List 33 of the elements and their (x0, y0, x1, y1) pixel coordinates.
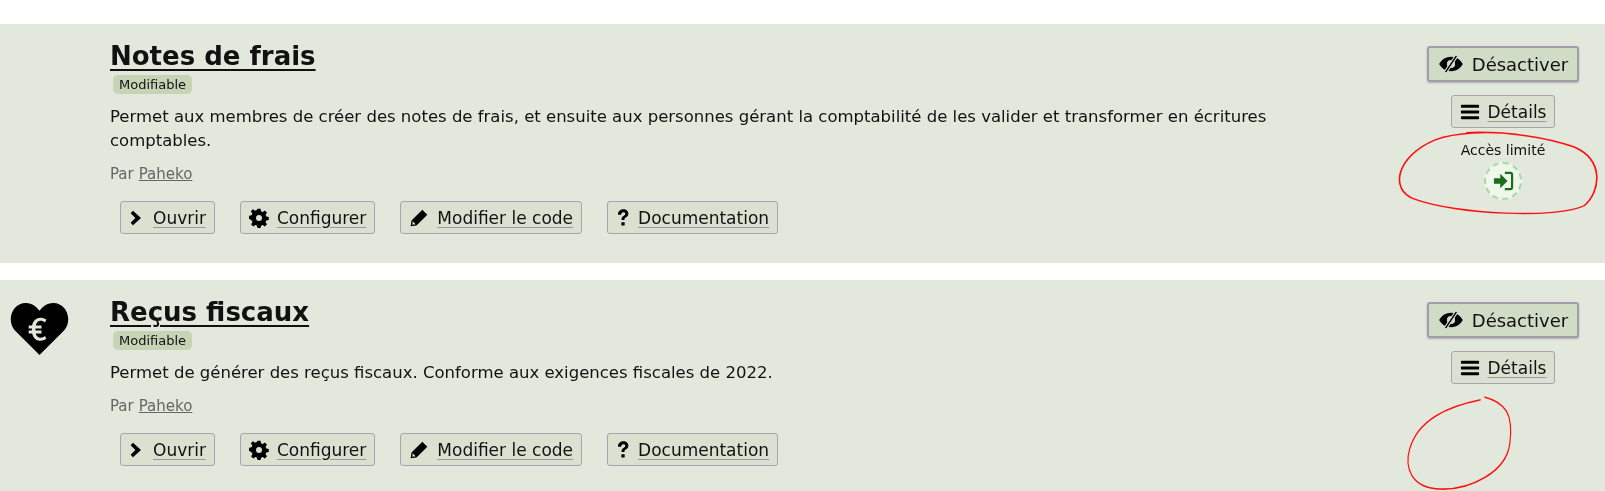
author-link[interactable]: Paheko (138, 165, 193, 183)
sign-in-arrow-icon (1492, 171, 1514, 191)
question-icon (616, 207, 631, 228)
deactivate-button[interactable]: Désactiver (1426, 302, 1580, 338)
plugin-title[interactable]: Notes de frais (110, 40, 316, 72)
details-button[interactable]: Détails (1450, 351, 1556, 384)
open-button[interactable]: Ouvrir (120, 433, 215, 466)
docs-button[interactable]: Documentation (607, 433, 779, 466)
plugin-description: Permet de générer des reçus fiscaux. Conforme aux exigences fiscales de 2022. (110, 362, 773, 384)
pencil-icon (409, 439, 430, 460)
gear-icon (248, 439, 269, 460)
gear-icon (248, 207, 269, 228)
configure-button[interactable]: Configurer (239, 433, 376, 466)
access-label: Accès limité (1460, 142, 1546, 158)
eye-slash-icon (1437, 54, 1464, 74)
deactivate-button[interactable]: Désactiver (1426, 46, 1580, 82)
plugin-title[interactable]: Reçus fiscaux (110, 296, 310, 328)
plugin-description: Permet aux membres de créer des notes de frais, et ensuite aux personnes gérant la comptabilité de les valider et transformer en écritures comptables. (110, 106, 1268, 152)
open-button[interactable]: Ouvrir (120, 201, 215, 234)
author-label: Par (110, 397, 134, 415)
status-badge: Modifiable (113, 75, 193, 94)
configure-button[interactable]: Configurer (239, 201, 376, 234)
edit-button[interactable]: Modifier le code (400, 201, 583, 234)
heart-euro-icon (10, 301, 69, 356)
author-link[interactable]: Paheko (138, 397, 193, 415)
pencil-icon (409, 207, 430, 228)
author-label: Par (110, 165, 134, 183)
details-button[interactable]: Détails (1450, 95, 1556, 128)
edit-button[interactable]: Modifier le code (400, 433, 583, 466)
status-badge: Modifiable (113, 331, 193, 350)
question-icon (616, 439, 631, 460)
docs-button[interactable]: Documentation (607, 201, 779, 234)
eye-slash-icon (1437, 310, 1464, 330)
